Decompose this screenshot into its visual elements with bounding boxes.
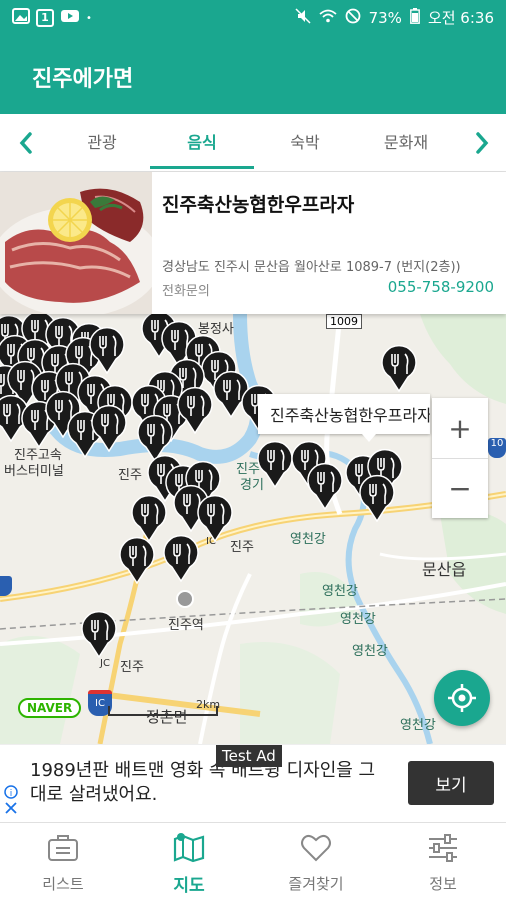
place-name: 진주축산농협한우프라자: [162, 194, 355, 216]
map-label-yeongcheon-2: 영천강: [322, 584, 358, 599]
map-label-jc-badge: JC: [100, 658, 110, 669]
clock: 오전 6:36: [427, 9, 494, 27]
sliders-icon: [429, 834, 457, 862]
route-10-shield: 10: [488, 438, 506, 458]
svg-text:i: i: [10, 789, 13, 799]
map-label-bus-terminal-2: 버스터미널: [4, 464, 64, 479]
place-photo: [0, 172, 152, 314]
map-label-jinju-jc: 진주: [120, 660, 144, 675]
highway-shield-left: [0, 576, 12, 596]
nav-map[interactable]: 지도: [126, 823, 252, 900]
restaurant-pin-icon[interactable]: [80, 610, 118, 659]
do-not-disturb-icon: [345, 8, 361, 28]
tab-food[interactable]: 음식: [152, 114, 252, 172]
tab-next-arrow-icon[interactable]: [462, 114, 502, 172]
nav-map-label: 지도: [173, 876, 205, 896]
battery-icon: [410, 7, 420, 28]
restaurant-pin-icon[interactable]: [118, 536, 156, 585]
adchoices-icon[interactable]: i: [4, 785, 18, 819]
ad-text: 1989년판 배트맨 영화 속 배트윙 디자인을 그대로 살려냈어요.: [30, 760, 376, 805]
test-ad-badge: Test Ad: [216, 745, 282, 767]
restaurant-pin-icon[interactable]: [358, 474, 396, 523]
place-phone[interactable]: 055-758-9200: [388, 278, 494, 296]
restaurant-pin-icon[interactable]: [256, 440, 294, 489]
gallery-notification-icon: [12, 7, 30, 29]
map-label-yeongcheon-4: 영천강: [352, 644, 388, 659]
map-label-yeongcheon-3: 영천강: [340, 612, 376, 627]
tab-tourism[interactable]: 관광: [52, 114, 152, 172]
tab-lodging[interactable]: 숙박: [255, 114, 355, 172]
zoom-controls: + −: [432, 398, 488, 518]
map-label-munsan: 문산읍: [422, 560, 467, 579]
place-card[interactable]: 진주축산농협한우프라자 경상남도 진주시 문산읍 월아산로 1089-7 (번지…: [0, 172, 506, 314]
restaurant-pin-icon[interactable]: [176, 386, 214, 435]
wifi-icon: [319, 9, 337, 27]
naver-logo: NAVER: [18, 698, 82, 718]
call-label: 전화문의: [162, 284, 210, 299]
battery-level: 73%: [368, 8, 402, 27]
route-1009-shield: 1009: [326, 314, 362, 329]
tab-prev-arrow-icon[interactable]: [6, 114, 46, 172]
nav-list[interactable]: 리스트: [0, 823, 126, 900]
restaurant-pin-icon[interactable]: [90, 404, 128, 453]
app-title: 진주에가면: [32, 67, 134, 92]
ad-banner[interactable]: 1989년판 배트맨 영화 속 배트윙 디자인을 그대로 살려냈어요. Test…: [0, 744, 506, 822]
mute-icon: [295, 7, 311, 28]
ad-view-button[interactable]: 보기: [408, 761, 494, 805]
briefcase-icon: [48, 835, 78, 861]
app-bar: 진주에가면: [0, 34, 506, 114]
map-callout[interactable]: 진주축산농협한우프라자: [258, 394, 430, 434]
heart-icon: [301, 834, 331, 862]
nav-list-label: 리스트: [42, 875, 84, 893]
tab-cultural-heritage[interactable]: 문화재: [356, 114, 456, 172]
map-callout-tail: [362, 434, 376, 442]
map-label-jinju-station: 진주역: [168, 618, 204, 633]
restaurant-pin-icon[interactable]: [88, 326, 126, 375]
crosshair-icon: [448, 684, 476, 712]
youtube-notification-icon: [60, 8, 80, 28]
place-address: 경상남도 진주시 문산읍 월아산로 1089-7 (번지(2층)): [162, 260, 461, 275]
map-icon: [173, 833, 205, 863]
nav-favorites[interactable]: 즐겨찾기: [253, 823, 379, 900]
dot-icon: •: [86, 12, 92, 24]
map-label-yeongcheon-1: 영천강: [290, 532, 326, 547]
my-location-button[interactable]: [434, 670, 490, 726]
nav-info[interactable]: 정보: [380, 823, 506, 900]
restaurant-pin-icon[interactable]: [306, 462, 344, 511]
category-tabs: 관광 음식 숙박 문화재: [0, 114, 506, 172]
zoom-out-button[interactable]: −: [432, 458, 488, 518]
train-station-icon: [176, 590, 194, 608]
restaurant-pin-icon[interactable]: [162, 534, 200, 583]
restaurant-pin-icon[interactable]: [196, 494, 234, 543]
map-view[interactable]: 1009 10 IC 봉정사 진주고속 버스터미널 진주 진주 경기 진주 IC…: [0, 314, 506, 744]
status-bar: 1 • 73% 오전 6:36: [0, 0, 506, 34]
zoom-in-button[interactable]: +: [432, 398, 488, 458]
nav-info-label: 정보: [429, 875, 457, 893]
app-notification-icon: 1: [36, 9, 54, 27]
map-label-jin: 진주: [118, 468, 142, 483]
map-scale-label: 2km: [196, 698, 221, 711]
map-label-yeongcheon-5: 영천강: [400, 718, 436, 733]
restaurant-pin-icon[interactable]: [380, 344, 418, 393]
tab-indicator: [150, 166, 254, 169]
nav-favorites-label: 즐겨찾기: [288, 875, 344, 893]
bottom-navigation: 리스트 지도 즐겨찾기 정보: [0, 822, 506, 900]
